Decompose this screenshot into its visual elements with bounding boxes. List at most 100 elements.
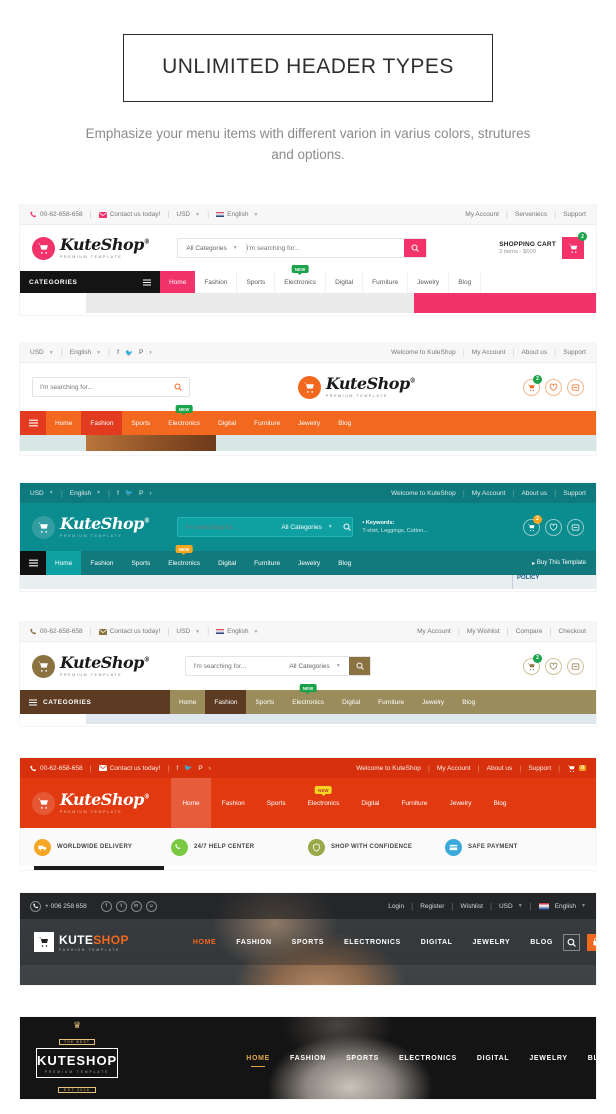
compare-icon-button[interactable] bbox=[567, 378, 584, 396]
twitter-icon[interactable]: 🐦 bbox=[125, 349, 133, 357]
nav-item-electronics[interactable]: NEW Electronics bbox=[297, 778, 351, 828]
nav-item-furniture[interactable]: Furniture bbox=[245, 551, 289, 575]
my-account-link[interactable]: My Account bbox=[465, 211, 499, 218]
support-link[interactable]: Support bbox=[563, 211, 586, 218]
nav-item-home[interactable]: HOME bbox=[183, 939, 226, 946]
social-links[interactable]: f 🐦 P › bbox=[117, 489, 151, 498]
category-select[interactable]: All Categories ▼ bbox=[273, 524, 340, 531]
nav-item-home[interactable]: Home bbox=[46, 551, 82, 575]
currency-select[interactable]: USD ▼ bbox=[176, 211, 200, 218]
compare-icon-button[interactable] bbox=[567, 518, 584, 536]
nav-item-sports[interactable]: SPORTS bbox=[336, 1055, 389, 1062]
twitter-icon[interactable]: 🐦 bbox=[125, 489, 133, 497]
about-us-link[interactable]: About us bbox=[521, 490, 547, 497]
nav-item-digital[interactable]: Digital bbox=[209, 411, 245, 435]
nav-item-electronics[interactable]: NEW Electronics bbox=[283, 684, 333, 714]
nav-item-sports[interactable]: Sports bbox=[237, 271, 276, 293]
nav-item-electronics[interactable]: ELECTRONICS bbox=[334, 939, 411, 946]
pinterest-icon[interactable]: P bbox=[198, 765, 202, 772]
currency-select[interactable]: USD ▼ bbox=[30, 349, 54, 356]
search-icon-button[interactable] bbox=[562, 933, 580, 951]
shopping-cart[interactable]: SHOPPING CART 2 items - $600 2 bbox=[499, 232, 587, 259]
twitter-icon[interactable]: t bbox=[115, 900, 127, 912]
nav-item-jewelry[interactable]: Jewelry bbox=[413, 690, 453, 714]
my-account-link[interactable]: My Account bbox=[472, 490, 506, 497]
facebook-icon[interactable]: f bbox=[100, 900, 112, 912]
nav-item-blog[interactable]: Blog bbox=[329, 411, 360, 435]
nav-item-digital[interactable]: Digital bbox=[350, 778, 390, 828]
nav-item-home[interactable]: Home bbox=[171, 778, 211, 828]
pinterest-icon[interactable]: P bbox=[139, 490, 143, 497]
support-link[interactable]: Support bbox=[563, 490, 586, 497]
logo[interactable]: KuteShop® PREMIUM TEMPLATE bbox=[32, 515, 150, 539]
compare-icon-button[interactable] bbox=[567, 657, 584, 675]
nav-item-jewelry[interactable]: Jewelry bbox=[289, 411, 329, 435]
cart-button[interactable]: 2 bbox=[562, 232, 587, 259]
nav-item-digital[interactable]: DIGITAL bbox=[411, 939, 463, 946]
nav-item-electronics[interactable]: ELECTRONICS bbox=[389, 1055, 467, 1062]
buy-template-link[interactable]: ▸ Buy This Template bbox=[522, 551, 596, 575]
nav-item-furniture[interactable]: Furniture bbox=[390, 778, 438, 828]
search-button[interactable] bbox=[167, 378, 189, 396]
social-links[interactable]: f 🐦 P › bbox=[176, 764, 211, 773]
support-link[interactable]: Support bbox=[563, 349, 586, 356]
nav-item-fashion[interactable]: Fashion bbox=[195, 271, 238, 293]
category-select[interactable]: All Categories ▼ bbox=[178, 245, 245, 252]
logo[interactable]: KUTESHOP FASHION TEMPLATE bbox=[34, 932, 129, 952]
categories-button[interactable]: CATEGORIES bbox=[20, 690, 170, 714]
wishlist-link[interactable]: Wishlist bbox=[460, 903, 482, 910]
rss-icon[interactable]: › bbox=[209, 765, 211, 772]
nav-item-electronics[interactable]: NEW Electronics bbox=[159, 545, 209, 575]
nav-item-electronics[interactable]: NEW Electronics bbox=[275, 265, 327, 293]
nav-item-blog[interactable]: BLOG bbox=[578, 1055, 596, 1062]
about-us-link[interactable]: About us bbox=[487, 765, 513, 772]
nav-item-jewelry[interactable]: Jewelry bbox=[438, 778, 482, 828]
logo[interactable]: KuteShop® PREMIUM TEMPLATE bbox=[297, 375, 416, 399]
wishlist-icon-button[interactable] bbox=[545, 518, 562, 536]
currency-select[interactable]: USD ▼ bbox=[499, 903, 523, 910]
phone-item[interactable]: 00-62-658-658 bbox=[30, 628, 83, 635]
facebook-icon[interactable]: f bbox=[117, 349, 119, 356]
phone-item[interactable]: + 006 258 658 bbox=[30, 900, 87, 912]
cart-icon-button[interactable]: 2 bbox=[523, 653, 542, 675]
nav-item-fashion[interactable]: Fashion bbox=[211, 778, 256, 828]
wishlist-icon-button[interactable] bbox=[545, 657, 562, 675]
search-input[interactable] bbox=[246, 239, 405, 257]
nav-item-home[interactable]: Home bbox=[46, 411, 81, 435]
cart-icon-button[interactable]: 2 bbox=[586, 933, 596, 951]
nav-item-sports[interactable]: Sports bbox=[122, 551, 159, 575]
my-account-link[interactable]: My Account bbox=[472, 349, 506, 356]
compare-link[interactable]: Compare bbox=[516, 628, 543, 635]
login-link[interactable]: Login bbox=[388, 903, 404, 910]
cart-icon-button[interactable]: 2 bbox=[523, 514, 542, 536]
nav-item-furniture[interactable]: Furniture bbox=[363, 271, 409, 293]
contact-item[interactable]: Contact us today! bbox=[98, 628, 160, 635]
my-account-link[interactable]: My Account bbox=[417, 628, 451, 635]
my-account-link[interactable]: My Account bbox=[437, 765, 471, 772]
nav-item-jewelry[interactable]: JEWELRY bbox=[462, 939, 520, 946]
logo[interactable]: KuteShop® PREMIUM TEMPLATE bbox=[20, 791, 150, 815]
phone-item[interactable]: 00-62-658-658 bbox=[30, 765, 83, 772]
linkedin-icon[interactable]: in bbox=[130, 900, 142, 912]
language-select[interactable]: English ▼ bbox=[216, 628, 258, 635]
nav-item-sports[interactable]: Sports bbox=[122, 411, 159, 435]
search-input[interactable] bbox=[178, 518, 274, 536]
logo[interactable]: ♛ THE BEST KUTESHOP PREMIUM TEMPLATE EST… bbox=[36, 1020, 119, 1096]
wishlist-icon-button[interactable] bbox=[545, 378, 562, 396]
logo[interactable]: KuteShop® PREMIUM TEMPLATE bbox=[32, 654, 150, 678]
twitter-icon[interactable]: 🐦 bbox=[184, 764, 192, 772]
nav-item-jewelry[interactable]: Jewelry bbox=[289, 551, 329, 575]
nav-item-digital[interactable]: Digital bbox=[326, 271, 364, 293]
nav-item-sports[interactable]: Sports bbox=[246, 690, 283, 714]
nav-item-electronics[interactable]: NEW Electronics bbox=[159, 405, 209, 435]
nav-item-blog[interactable]: BLOG bbox=[520, 939, 563, 946]
search-button[interactable] bbox=[348, 657, 371, 675]
keywords-value[interactable]: T-shirt, Leggings, Cotton... bbox=[362, 527, 428, 535]
register-link[interactable]: Register bbox=[420, 903, 444, 910]
nav-item-home[interactable]: Home bbox=[170, 690, 205, 714]
facebook-icon[interactable]: f bbox=[176, 765, 178, 772]
category-select[interactable]: All Categories ▼ bbox=[281, 663, 348, 670]
nav-item-digital[interactable]: Digital bbox=[333, 690, 369, 714]
about-us-link[interactable]: About us bbox=[521, 349, 547, 356]
currency-select[interactable]: USD ▼ bbox=[30, 490, 54, 497]
